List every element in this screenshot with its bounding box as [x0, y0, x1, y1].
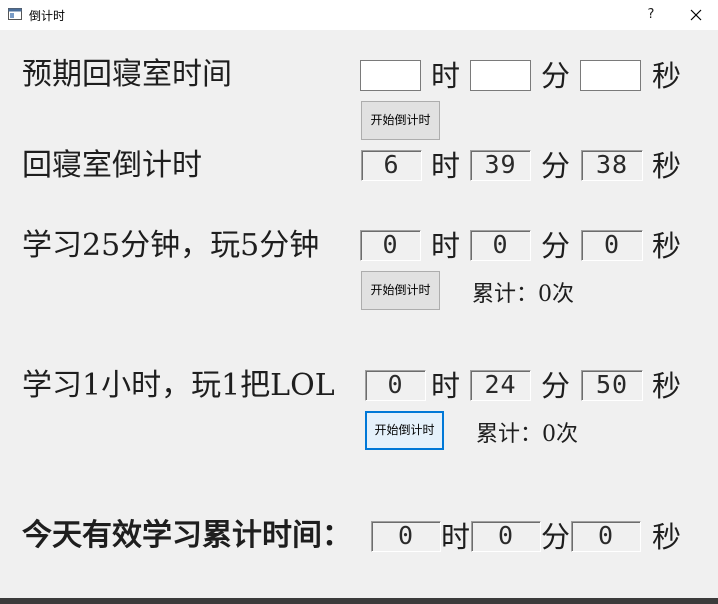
minute-unit: 分: [541, 229, 571, 263]
total-minutes-display: 0: [471, 521, 541, 552]
pomodoro-hours-display: 0: [360, 230, 421, 261]
desktop-strip: [0, 598, 718, 604]
lol-hours-display: 0: [365, 370, 426, 401]
minute-unit: 分: [541, 149, 571, 183]
hour-unit: 时: [431, 229, 461, 263]
total-study-time-label: 今天有效学习累计时间：: [22, 518, 352, 553]
start-countdown-button-pomodoro[interactable]: 开始倒计时: [361, 271, 440, 310]
pomodoro-minutes-display: 0: [470, 230, 531, 261]
expected-hours-input[interactable]: [360, 60, 421, 91]
second-unit: 秒: [652, 59, 682, 93]
dorm-countdown-hours-display: 6: [361, 150, 422, 181]
hour-unit: 时: [431, 149, 461, 183]
lol-session-label: 学习1小时，玩1把LOL: [22, 368, 335, 403]
total-hours-display: 0: [371, 521, 441, 552]
dorm-countdown-seconds-display: 38: [581, 150, 643, 181]
hour-unit: 时: [431, 369, 461, 403]
start-countdown-button-lol[interactable]: 开始倒计时: [365, 411, 444, 450]
dorm-countdown-label: 回寝室倒计时: [22, 148, 202, 183]
help-button[interactable]: ?: [640, 4, 662, 26]
hour-unit: 时: [441, 520, 471, 554]
pomodoro-label: 学习25分钟，玩5分钟: [22, 228, 320, 263]
lol-count-text: 累计：0次: [476, 422, 578, 447]
title-bar: 倒计时 ?: [0, 0, 718, 30]
lol-minutes-display: 24: [470, 370, 531, 401]
expected-minutes-input[interactable]: [470, 60, 531, 91]
second-unit: 秒: [652, 149, 682, 183]
pomodoro-seconds-display: 0: [581, 230, 643, 261]
expected-time-label: 预期回寝室时间: [22, 57, 232, 92]
total-seconds-display: 0: [571, 521, 641, 552]
close-icon[interactable]: [684, 4, 708, 26]
lol-seconds-display: 50: [581, 370, 643, 401]
minute-unit: 分: [541, 520, 571, 554]
second-unit: 秒: [652, 520, 682, 554]
hour-unit: 时: [431, 59, 461, 93]
dorm-countdown-minutes-display: 39: [470, 150, 531, 181]
second-unit: 秒: [652, 369, 682, 403]
app-window-icon: [8, 8, 22, 20]
window-title: 倒计时: [29, 9, 66, 23]
minute-unit: 分: [541, 369, 571, 403]
second-unit: 秒: [652, 229, 682, 263]
pomodoro-count-text: 累计：0次: [472, 282, 574, 307]
start-countdown-button-expected[interactable]: 开始倒计时: [361, 101, 440, 140]
expected-seconds-input[interactable]: [580, 60, 641, 91]
minute-unit: 分: [541, 59, 571, 93]
